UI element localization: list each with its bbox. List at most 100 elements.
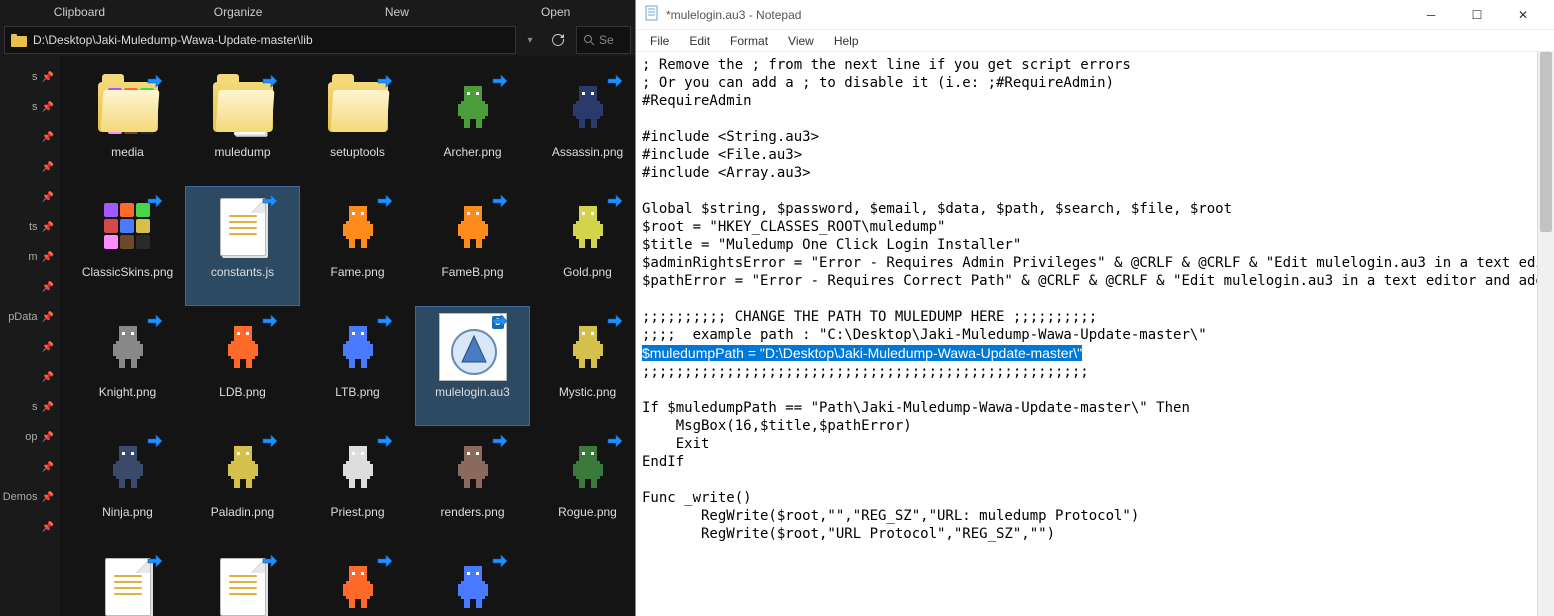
nav-label: s: [32, 71, 38, 83]
notepad-text-area[interactable]: ; Remove the ; from the next line if you…: [636, 52, 1537, 616]
file-item[interactable]: setuptools: [300, 66, 415, 186]
pin-icon: 📌: [42, 282, 54, 293]
refresh-button[interactable]: [544, 26, 572, 54]
file-item[interactable]: Priest.png: [300, 426, 415, 546]
nav-item[interactable]: m Demos📌: [0, 482, 60, 512]
file-item[interactable]: LDB.png: [185, 306, 300, 426]
nav-item[interactable]: 📌: [0, 272, 60, 302]
share-overlay-icon: [606, 431, 624, 449]
nav-item[interactable]: op📌: [0, 422, 60, 452]
file-icon: [94, 433, 162, 501]
file-item[interactable]: [300, 546, 415, 616]
file-item[interactable]: [415, 546, 530, 616]
file-item[interactable]: Assassin.png: [530, 66, 635, 186]
share-overlay-icon: [376, 71, 394, 89]
maximize-button[interactable]: ☐: [1454, 0, 1500, 30]
scrollbar-thumb[interactable]: [1540, 52, 1552, 232]
share-overlay-icon: [606, 191, 624, 209]
folder-icon: [11, 33, 27, 47]
pin-icon: 📌: [42, 312, 54, 323]
file-item[interactable]: Ninja.png: [70, 426, 185, 546]
file-item[interactable]: 3 mulelogin.au3: [415, 306, 530, 426]
file-item[interactable]: Rogue.png: [530, 426, 635, 546]
address-dropdown-icon[interactable]: ▾: [520, 35, 540, 46]
nav-label: pData: [8, 311, 37, 323]
file-icon: [209, 73, 277, 141]
menu-edit[interactable]: Edit: [681, 32, 718, 50]
nav-item[interactable]: 📌: [0, 182, 60, 212]
navigation-pane: s📌s📌📌📌📌ts📌m📌📌pData📌📌📌s📌op📌📌m Demos📌📌: [0, 56, 60, 616]
file-item[interactable]: LTB.png: [300, 306, 415, 426]
address-path: D:\Desktop\Jaki-Muledump-Wawa-Update-mas…: [33, 33, 313, 47]
share-overlay-icon: [376, 311, 394, 329]
file-item[interactable]: Mystic.png: [530, 306, 635, 426]
file-label: Gold.png: [563, 265, 612, 279]
file-item[interactable]: Archer.png: [415, 66, 530, 186]
share-overlay-icon: [146, 311, 164, 329]
file-item[interactable]: ClassicSkins.png: [70, 186, 185, 306]
file-icon: [94, 73, 162, 141]
nav-item[interactable]: 📌: [0, 152, 60, 182]
ribbon-tab-clipboard[interactable]: Clipboard: [0, 0, 159, 24]
share-overlay-icon: [606, 311, 624, 329]
file-item[interactable]: muledump: [185, 66, 300, 186]
ribbon-tab-organize[interactable]: Organize: [159, 0, 318, 24]
nav-item[interactable]: pData 📌: [0, 302, 60, 332]
search-box[interactable]: Se: [576, 26, 631, 54]
share-overlay-icon: [261, 191, 279, 209]
share-overlay-icon: [491, 431, 509, 449]
file-label: Rogue.png: [558, 505, 617, 519]
files-pane: media muledump setuptools Archer.png Ass…: [60, 56, 635, 616]
ribbon-tab-open[interactable]: Open: [476, 0, 635, 24]
menu-help[interactable]: Help: [826, 32, 867, 50]
share-overlay-icon: [376, 551, 394, 569]
nav-label: ts: [29, 221, 38, 233]
nav-item[interactable]: ts📌: [0, 212, 60, 242]
share-overlay-icon: [491, 551, 509, 569]
file-icon: [554, 73, 622, 141]
file-item[interactable]: [70, 546, 185, 616]
minimize-button[interactable]: ─: [1408, 0, 1454, 30]
file-item[interactable]: media: [70, 66, 185, 186]
file-item[interactable]: Fame.png: [300, 186, 415, 306]
highlighted-text[interactable]: $muledumpPath = "D:\Desktop\Jaki-Muledum…: [642, 345, 1082, 361]
share-overlay-icon: [261, 311, 279, 329]
nav-item[interactable]: 📌: [0, 332, 60, 362]
nav-item[interactable]: s📌: [0, 392, 60, 422]
file-item[interactable]: FameB.png: [415, 186, 530, 306]
notepad-body: ; Remove the ; from the next line if you…: [636, 52, 1554, 616]
share-overlay-icon: [606, 71, 624, 89]
file-label: LDB.png: [219, 385, 266, 399]
pin-icon: 📌: [42, 522, 54, 533]
ribbon-tab-new[interactable]: New: [318, 0, 477, 24]
nav-item[interactable]: 📌: [0, 512, 60, 542]
file-icon: [439, 193, 507, 261]
nav-item[interactable]: s📌: [0, 92, 60, 122]
nav-item[interactable]: 📌: [0, 362, 60, 392]
close-button[interactable]: ✕: [1500, 0, 1546, 30]
menu-view[interactable]: View: [780, 32, 822, 50]
menu-file[interactable]: File: [642, 32, 677, 50]
file-item[interactable]: constants.js: [185, 186, 300, 306]
notepad-titlebar[interactable]: *mulelogin.au3 - Notepad ─ ☐ ✕: [636, 0, 1554, 30]
nav-item[interactable]: s📌: [0, 62, 60, 92]
file-item[interactable]: Paladin.png: [185, 426, 300, 546]
nav-label: m: [28, 251, 37, 263]
file-item[interactable]: Knight.png: [70, 306, 185, 426]
nav-item[interactable]: 📌: [0, 452, 60, 482]
file-icon: [324, 313, 392, 381]
file-label: setuptools: [330, 145, 385, 159]
menu-format[interactable]: Format: [722, 32, 776, 50]
share-overlay-icon: [376, 191, 394, 209]
nav-label: s: [32, 401, 38, 413]
address-bar[interactable]: D:\Desktop\Jaki-Muledump-Wawa-Update-mas…: [4, 26, 516, 54]
pin-icon: 📌: [42, 372, 54, 383]
nav-item[interactable]: 📌: [0, 122, 60, 152]
file-label: muledump: [214, 145, 270, 159]
file-item[interactable]: [185, 546, 300, 616]
notepad-scrollbar[interactable]: [1537, 52, 1554, 616]
file-item[interactable]: renders.png: [415, 426, 530, 546]
share-overlay-icon: [146, 551, 164, 569]
file-item[interactable]: Gold.png: [530, 186, 635, 306]
nav-item[interactable]: m📌: [0, 242, 60, 272]
